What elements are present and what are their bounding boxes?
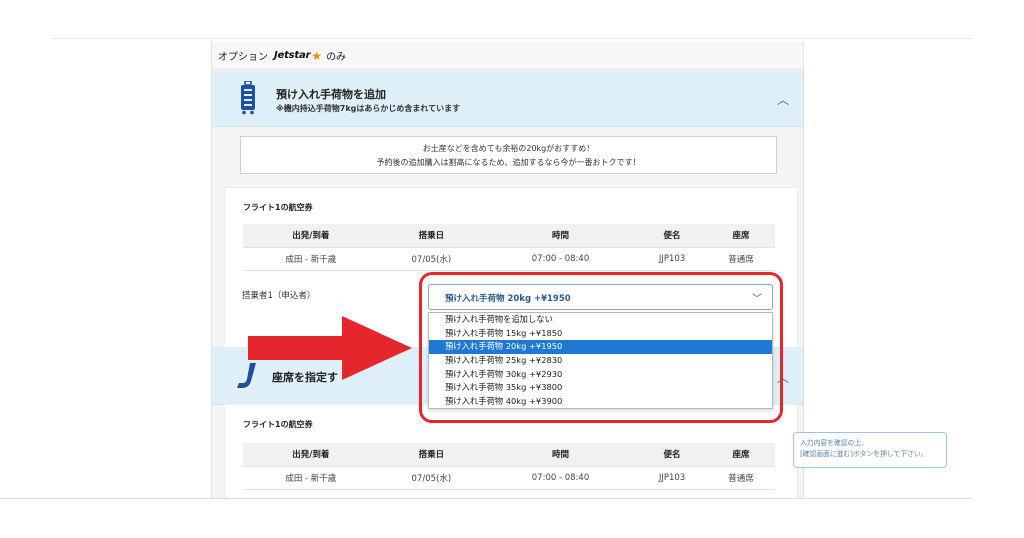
- col-header-time: 時間: [484, 224, 637, 248]
- highlight-frame: [419, 272, 783, 423]
- chevron-up-icon[interactable]: ︿: [777, 91, 789, 108]
- table-row: 成田 - 新千歳 07/05(水) 07:00 - 08:40 JJP103 普…: [243, 466, 775, 490]
- col-header-date: 搭乗日: [378, 443, 485, 467]
- col-header-flight-no: 便名: [636, 224, 708, 248]
- cell-time: 07:00 - 08:40: [484, 247, 637, 271]
- col-header-flight-no: 便名: [636, 443, 708, 467]
- col-header-time: 時間: [484, 443, 637, 467]
- cell-time: 07:00 - 08:40: [484, 466, 637, 490]
- option-suffix: のみ: [326, 52, 347, 63]
- cell-route: 成田 - 新千歳: [243, 466, 379, 490]
- baggage-section-title: 預け入れ手荷物を追加: [276, 88, 386, 101]
- col-header-seat: 座席: [707, 443, 775, 467]
- flight-table: 出発/到着 搭乗日 時間 便名 座席 成田 - 新千歳 07/05(水) 07:…: [243, 224, 775, 271]
- col-header-date: 搭乗日: [378, 224, 485, 248]
- cell-date: 07/05(水): [378, 247, 485, 271]
- top-divider: [52, 38, 972, 39]
- jetstar-star-icon: ★: [311, 48, 323, 63]
- flight-title: フライト1の航空券: [243, 420, 313, 429]
- passenger-label: 搭乗者1（申込者）: [242, 291, 316, 301]
- cell-date: 07/05(水): [378, 466, 485, 490]
- table-header-row: 出発/到着 搭乗日 時間 便名 座席: [243, 443, 775, 467]
- option-prefix: オプション: [218, 52, 268, 63]
- cell-seat: 普通席: [707, 247, 775, 271]
- baggage-section-subtitle: ※機内持込手荷物7kgはあらかじめ含まれています: [276, 104, 461, 113]
- bottom-divider: [0, 498, 972, 499]
- table-row: 成田 - 新千歳 07/05(水) 07:00 - 08:40 JJP103 普…: [243, 247, 775, 271]
- flight-title: フライト1の航空券: [243, 203, 313, 212]
- option-bar: オプション Jetstar ★ のみ: [212, 42, 803, 70]
- cell-flight-no: JJP103: [636, 466, 708, 490]
- hint-line-1: 入力内容を確認の上、: [800, 439, 868, 447]
- hint-line-2: [確認画面に進む]ボタンを押して下さい。: [800, 450, 928, 458]
- baggage-section-header[interactable]: 預け入れ手荷物を追加 ※機内持込手荷物7kgはあらかじめ含まれています ︿: [212, 71, 803, 127]
- notice-line-1: お土産などを含めても余裕の20kgがおすすめ！: [422, 144, 595, 153]
- red-arrow-icon: [248, 316, 412, 380]
- luggage-icon: [241, 81, 255, 115]
- col-header-seat: 座席: [707, 224, 775, 248]
- confirm-hint-tooltip: 入力内容を確認の上、 [確認画面に進む]ボタンを押して下さい。: [793, 432, 947, 468]
- options-panel: オプション Jetstar ★ のみ 預け入れ手荷物を追加 ※機内持込手荷物7k…: [211, 42, 804, 498]
- cell-flight-no: JJP103: [636, 247, 708, 271]
- cell-seat: 普通席: [707, 466, 775, 490]
- recommendation-notice: お土産などを含めても余裕の20kgがおすすめ！ 予約後の追加購入は割高になるため…: [240, 136, 777, 174]
- jetstar-logo-text: Jetstar: [274, 50, 311, 61]
- col-header-route: 出発/到着: [243, 224, 379, 248]
- col-header-route: 出発/到着: [243, 443, 379, 467]
- table-header-row: 出発/到着 搭乗日 時間 便名 座席: [243, 224, 775, 248]
- cell-route: 成田 - 新千歳: [243, 247, 379, 271]
- notice-line-2: 予約後の追加購入は割高になるため、追加するなら今が一番おトクです！: [376, 158, 641, 167]
- flight-table: 出発/到着 搭乗日 時間 便名 座席 成田 - 新千歳 07/05(水) 07:…: [243, 443, 775, 490]
